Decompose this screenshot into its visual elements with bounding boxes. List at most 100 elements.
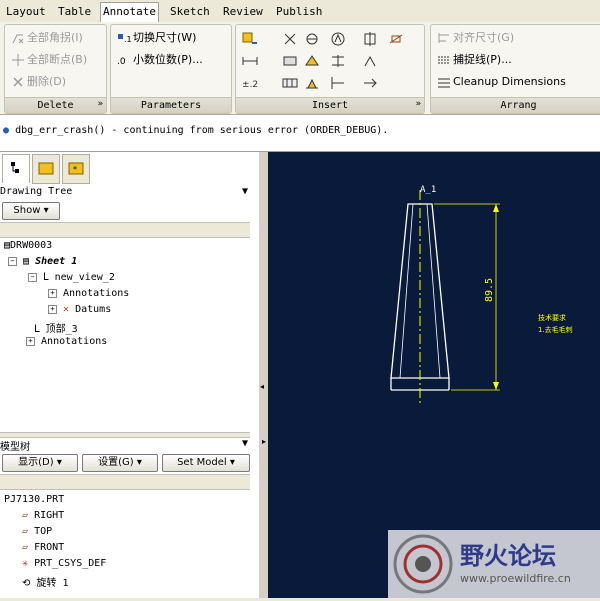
- dimension-new-icon[interactable]: [282, 31, 298, 47]
- gtol-icon[interactable]: [330, 31, 346, 47]
- dimension-text[interactable]: 89.5: [484, 278, 495, 302]
- tree-item-csys[interactable]: ✳ PRT_CSYS_DEF: [22, 558, 106, 569]
- expand-icon[interactable]: »: [416, 97, 421, 112]
- tree-item-view[interactable]: − ᒪ new_view_2: [28, 272, 115, 283]
- leader-icon[interactable]: [330, 75, 346, 91]
- ordinate-dimension-icon[interactable]: [304, 31, 320, 47]
- expand-icon[interactable]: +: [26, 336, 35, 346]
- settings-label: 设置(G): [98, 457, 134, 468]
- note-icon[interactable]: [282, 53, 298, 69]
- note-line-2[interactable]: 1.去毛毛刺: [538, 325, 573, 334]
- delete-all-breaks-button[interactable]: 全部断点(B): [11, 51, 87, 69]
- axis-label[interactable]: A_1: [420, 185, 436, 195]
- axis-icon[interactable]: [330, 53, 346, 69]
- svg-text:.12: .12: [124, 35, 131, 44]
- expand-icon[interactable]: »: [98, 97, 103, 112]
- expand-icon[interactable]: +: [48, 304, 57, 314]
- align-icon: [438, 33, 449, 43]
- break-delete-icon: [12, 54, 24, 66]
- symbol-icon[interactable]: [304, 53, 320, 69]
- delete-group: 全部角拐(I) 全部断点(B) 删除(D) Delete »: [4, 24, 107, 114]
- tab-sketch[interactable]: Sketch: [168, 3, 212, 21]
- snap-line-button[interactable]: 捕捉线(P)...: [437, 51, 512, 69]
- watermark-url: www.proewildfire.cn: [460, 572, 571, 585]
- toggle-dimension-label: 切换尺寸(W): [133, 31, 197, 44]
- tab-favorites[interactable]: *: [62, 154, 90, 184]
- table-icon[interactable]: [282, 75, 298, 91]
- tree-item-label: PRT_CSYS_DEF: [34, 558, 107, 569]
- chevron-down-icon[interactable]: ▼: [242, 186, 248, 197]
- tolerance-icon[interactable]: ±.2: [242, 75, 258, 91]
- tab-folder-browser[interactable]: [32, 154, 60, 184]
- weld-icon[interactable]: [304, 75, 320, 91]
- expand-icon[interactable]: +: [48, 288, 57, 298]
- note-line-1[interactable]: 技术要求: [538, 313, 566, 322]
- toggle-dimension-button[interactable]: .12切换尺寸(W): [117, 29, 196, 47]
- tab-annotate[interactable]: Annotate: [100, 2, 159, 23]
- align-dimensions-label: 对齐尺寸(G): [453, 31, 515, 44]
- jog-delete-icon: [12, 34, 24, 44]
- display-dropdown[interactable]: 显示(D) ▾: [2, 454, 78, 472]
- datum-icon[interactable]: [362, 31, 378, 47]
- tab-table[interactable]: Table: [56, 3, 93, 21]
- set-model-dropdown[interactable]: Set Model ▾: [162, 454, 250, 472]
- svg-text:*: *: [73, 165, 77, 174]
- reference-dimension-icon[interactable]: [242, 53, 258, 69]
- ribbon: 全部角拐(I) 全部断点(B) 删除(D) Delete » .12切换尺寸(W)…: [0, 22, 600, 115]
- delete-button[interactable]: 删除(D): [11, 73, 66, 91]
- model-tree-title: 模型树: [0, 442, 30, 453]
- tree-item-front[interactable]: ▱ FRONT: [22, 542, 64, 553]
- collapse-left-icon[interactable]: ◂: [260, 382, 264, 391]
- tree-item-part[interactable]: PJ7130.PRT: [4, 494, 64, 505]
- tab-model-tree[interactable]: [2, 154, 30, 183]
- chevron-down-icon[interactable]: ▼: [242, 438, 248, 449]
- svg-text:.0: .0: [117, 57, 126, 67]
- arrow-icon[interactable]: [362, 75, 378, 91]
- message-bullet-icon: ●: [3, 125, 10, 136]
- tree-item-top[interactable]: ▱ TOP: [22, 526, 52, 537]
- decimal-places-button[interactable]: .0 小数位数(P)...: [117, 51, 203, 69]
- tree-item-right[interactable]: ▱ RIGHT: [22, 510, 64, 521]
- insert-group-title-text: Insert: [311, 100, 349, 111]
- cleanup-dimensions-button[interactable]: Cleanup Dimensions: [437, 73, 566, 91]
- tab-review[interactable]: Review: [221, 3, 265, 21]
- wildfire-logo-icon: [393, 534, 453, 594]
- align-dimensions-button[interactable]: 对齐尺寸(G): [437, 29, 514, 47]
- show-dropdown[interactable]: Show ▾: [2, 202, 60, 220]
- delete-all-breaks-label: 全部断点(B): [27, 53, 88, 66]
- tree-item-revolve[interactable]: ⟲ 旋转 1: [22, 574, 68, 589]
- tree-item-sheet[interactable]: − ▤ Sheet 1: [8, 256, 77, 267]
- watermark-title: 野火论坛: [460, 542, 556, 570]
- tree-item-label: Annotations: [41, 336, 108, 347]
- show-model-annotations-icon[interactable]: [242, 31, 258, 47]
- surface-finish-icon[interactable]: [388, 31, 404, 47]
- tab-layout[interactable]: Layout: [4, 3, 48, 21]
- expand-right-icon[interactable]: ▸: [262, 437, 266, 446]
- arrange-group: 对齐尺寸(G) 捕捉线(P)... Cleanup Dimensions Arr…: [430, 24, 600, 114]
- tree-item-label: 旋转 1: [36, 578, 69, 589]
- folder-icon: [38, 162, 54, 175]
- tree-item-sheet-annotations[interactable]: + Annotations: [26, 336, 107, 347]
- snap-line-label: 捕捉线(P)...: [453, 53, 512, 66]
- tree-item-datums[interactable]: + ✕ Datums: [48, 304, 111, 315]
- message-line: ● dbg_err_crash() - continuing from seri…: [3, 125, 388, 136]
- snap-line-icon: [438, 56, 450, 64]
- insert-group-title: Insert »: [236, 97, 424, 113]
- balloon-icon[interactable]: [362, 53, 378, 69]
- tree-separator: [0, 222, 250, 238]
- parameters-group: .12切换尺寸(W) .0 小数位数(P)... Parameters: [110, 24, 232, 114]
- tree-item-annotations[interactable]: + Annotations: [48, 288, 129, 299]
- settings-dropdown[interactable]: 设置(G) ▾: [82, 454, 158, 472]
- tree-item-top-view[interactable]: ᒪ 顶部_3: [34, 320, 78, 335]
- collapse-icon[interactable]: −: [28, 272, 37, 282]
- tree-item-label: 顶部_3: [45, 324, 78, 335]
- tree-item-label: new_view_2: [54, 272, 115, 283]
- collapse-icon[interactable]: −: [8, 256, 17, 266]
- datum-plane-icon: ▱: [22, 526, 29, 537]
- arrange-group-title: Arrang: [431, 97, 600, 113]
- tab-publish[interactable]: Publish: [274, 3, 324, 21]
- delete-all-jogs-button[interactable]: 全部角拐(I): [11, 29, 83, 47]
- toggle-dim-icon: .12: [118, 34, 131, 44]
- tree-item-drw[interactable]: ▤DRW0003: [4, 240, 52, 251]
- delete-group-title: Delete »: [5, 97, 106, 113]
